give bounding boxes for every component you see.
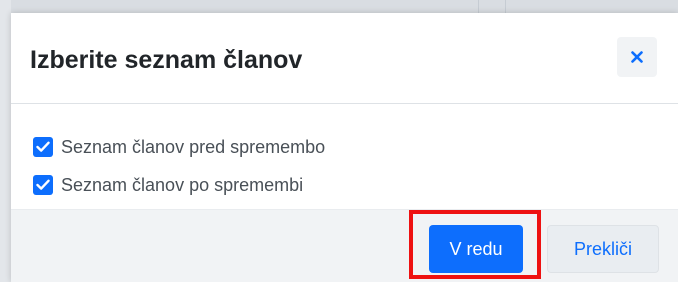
cancel-button[interactable]: Prekliči (547, 225, 659, 273)
backdrop-edge (0, 0, 11, 282)
ok-button[interactable]: V redu (429, 225, 523, 273)
dialog-footer: V redu Prekliči (11, 209, 678, 282)
checkbox-before-change[interactable] (33, 137, 53, 157)
checkmark-icon (36, 179, 50, 190)
close-button[interactable] (617, 37, 657, 77)
option-label: Seznam članov pred spremembo (61, 136, 326, 157)
option-label: Seznam članov po spremembi (61, 174, 304, 195)
checkmark-icon (36, 141, 50, 152)
backdrop-divider (478, 0, 479, 13)
checkbox-after-change[interactable] (33, 175, 53, 195)
option-before-change[interactable]: Seznam članov pred spremembo (33, 134, 325, 160)
select-member-list-dialog: Izberite seznam članov Seznam članov pre… (11, 13, 678, 282)
option-after-change[interactable]: Seznam članov po spremembi (33, 172, 303, 198)
backdrop-divider (505, 0, 506, 13)
dialog-header: Izberite seznam članov (11, 13, 678, 104)
close-icon (631, 51, 643, 63)
dialog-body: Seznam članov pred spremembo Seznam član… (11, 104, 678, 209)
dialog-title: Izberite seznam članov (30, 46, 303, 74)
